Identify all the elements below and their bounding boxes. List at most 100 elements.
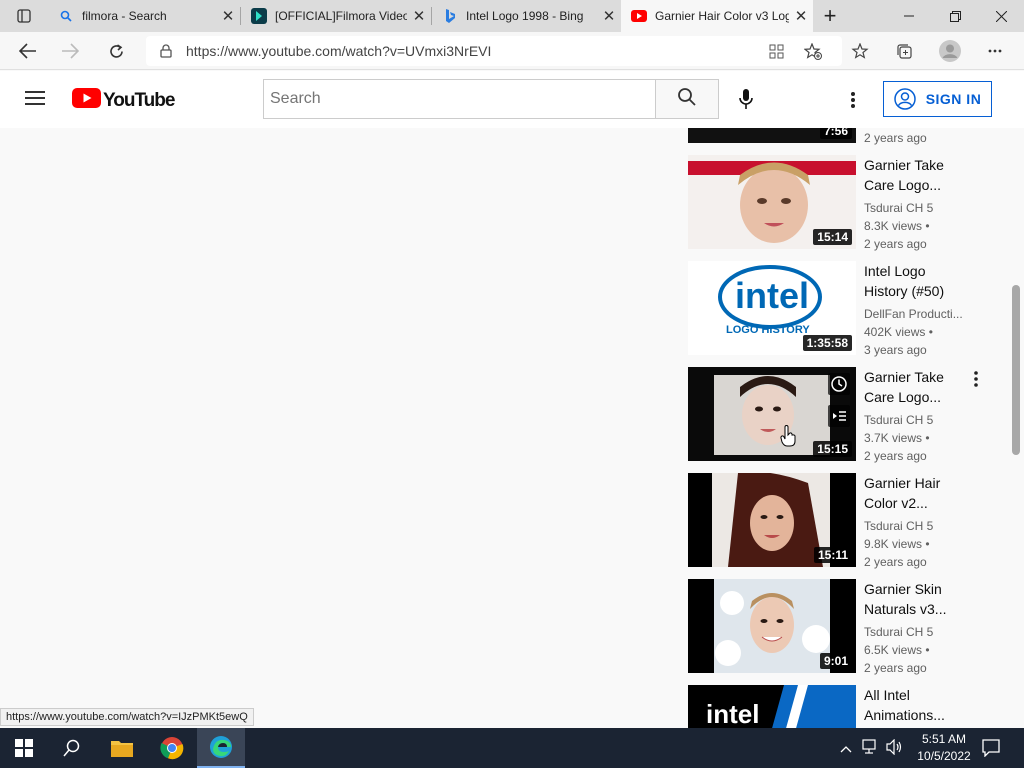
duration-badge: 9:01 [819, 653, 852, 669]
duration-badge: 1:35:58 [802, 335, 852, 351]
close-tab-icon[interactable]: ✕ [597, 7, 621, 25]
video-age: 3 years ago [864, 343, 927, 357]
account-icon [893, 88, 916, 110]
forward-icon [54, 35, 86, 67]
video-thumbnail[interactable]: 9:01 [688, 579, 856, 673]
tab-title: filmora - Search [82, 9, 167, 23]
more-menu-icon[interactable] [979, 35, 1011, 67]
page-scrollbar-thumb[interactable] [1012, 285, 1020, 455]
duration-badge: 15:14 [813, 229, 852, 245]
profile-avatar-icon[interactable] [934, 35, 966, 67]
duration-badge: 15:15 [813, 441, 852, 457]
tab-title: [OFFICIAL]Filmora Video Editor [275, 9, 407, 23]
microphone-icon[interactable] [738, 88, 754, 115]
video-item[interactable]: intel All Intel Animations... [688, 685, 988, 728]
chrome-icon[interactable] [148, 728, 196, 768]
video-item-hovered[interactable]: 15:15 Garnier Take Care Logo... Tsdurai … [688, 367, 988, 463]
video-thumbnail[interactable]: intel LOGO HISTORY 1:35:58 [688, 261, 856, 355]
video-channel[interactable]: Tsdurai CH 5 [864, 199, 974, 217]
tab-bar: filmora - Search ✕ [OFFICIAL]Filmora Vid… [0, 0, 1024, 32]
back-icon[interactable] [12, 35, 44, 67]
add-favorite-icon[interactable] [797, 35, 829, 67]
video-age: 2 years ago [864, 661, 927, 675]
video-views: 402K views • [864, 325, 933, 339]
start-windows-icon[interactable] [0, 728, 48, 768]
video-age: 2 years ago [864, 237, 927, 251]
close-window-icon[interactable] [978, 0, 1024, 32]
lock-icon[interactable] [146, 44, 186, 58]
video-title[interactable]: All Intel Animations... [864, 685, 969, 725]
watch-later-icon[interactable] [828, 373, 850, 400]
filmora-icon [251, 8, 267, 24]
video-thumbnail[interactable]: 15:11 [688, 473, 856, 567]
search-input[interactable] [263, 79, 656, 119]
video-channel[interactable]: DellFan Producti... [864, 305, 974, 323]
thumbnail-text: intel [706, 699, 760, 728]
video-views: 6.5K views • [864, 643, 930, 657]
favorites-icon[interactable] [844, 35, 876, 67]
search-icon [58, 8, 74, 24]
video-title[interactable]: Garnier Hair Color v2... [864, 473, 969, 513]
sign-in-button[interactable]: SIGN IN [883, 81, 992, 117]
youtube-logo[interactable]: YouTube [72, 88, 175, 113]
show-hidden-icons-chevron-icon[interactable] [840, 740, 852, 758]
duration-badge: 15:11 [813, 547, 852, 563]
close-tab-icon[interactable]: ✕ [789, 7, 813, 25]
minimize-icon[interactable] [886, 0, 932, 32]
video-thumbnail[interactable]: intel [688, 685, 856, 728]
clock-time: 5:51 AM [921, 732, 967, 746]
video-views: 8.3K views • [864, 219, 930, 233]
restore-icon[interactable] [932, 0, 978, 32]
video-views: 9.8K views • [864, 537, 930, 551]
new-tab-icon[interactable]: + [812, 0, 848, 32]
tab-actions-icon[interactable] [0, 0, 48, 32]
thumbnail-subtext: LOGO HISTORY [726, 324, 810, 336]
close-tab-icon[interactable]: ✕ [407, 7, 431, 25]
add-to-queue-icon[interactable] [828, 405, 850, 432]
video-age: 2 years ago [864, 131, 927, 145]
video-item[interactable]: 15:14 Garnier Take Care Logo... Tsdurai … [688, 155, 988, 251]
video-channel[interactable]: Tsdurai CH 5 [864, 517, 974, 535]
video-item[interactable]: 15:11 Garnier Hair Color v2... Tsdurai C… [688, 473, 988, 569]
tab-title: Intel Logo 1998 - Bing [466, 9, 584, 23]
video-title[interactable]: Garnier Take Care Logo... [864, 367, 969, 407]
url-text[interactable]: https://www.youtube.com/watch?v=UVmxi3Nr… [186, 43, 491, 59]
file-explorer-icon[interactable] [98, 728, 146, 768]
thumbnail-text: intel [734, 275, 809, 316]
network-icon[interactable] [862, 739, 880, 760]
video-item[interactable]: 9:01 Garnier Skin Naturals v3... Tsdurai… [688, 579, 988, 675]
app-available-icon[interactable] [760, 35, 792, 67]
collections-icon[interactable] [888, 35, 920, 67]
refresh-icon[interactable] [100, 35, 132, 67]
hamburger-menu-icon[interactable] [25, 90, 45, 111]
volume-icon[interactable] [886, 738, 904, 760]
video-title[interactable]: Intel Logo History (#50) [864, 261, 969, 301]
youtube-logo-icon [72, 88, 101, 113]
notifications-icon[interactable] [982, 739, 1000, 762]
taskbar-search-icon[interactable] [48, 728, 96, 768]
search-button[interactable] [655, 79, 719, 119]
video-thumbnail[interactable]: 7:56 [688, 128, 856, 143]
tab-filmora-search[interactable]: filmora - Search ✕ [48, 0, 240, 32]
video-thumbnail[interactable]: 15:15 [688, 367, 856, 461]
close-tab-icon[interactable]: ✕ [216, 7, 240, 25]
tab-garnier-youtube[interactable]: Garnier Hair Color v3 Logo ✕ [621, 0, 813, 32]
clock-date: 10/5/2022 [917, 749, 971, 763]
video-menu-kebab-icon[interactable] [974, 371, 978, 392]
video-thumbnail[interactable]: 15:14 [688, 155, 856, 249]
video-channel[interactable]: Tsdurai CH 5 [864, 623, 974, 641]
tab-intel-bing[interactable]: Intel Logo 1998 - Bing ✕ [432, 0, 621, 32]
edge-icon[interactable] [197, 728, 245, 768]
video-title[interactable]: Garnier Skin Naturals v3... [864, 579, 969, 619]
video-views: 3.7K views • [864, 431, 930, 445]
tab-filmora-official[interactable]: [OFFICIAL]Filmora Video Editor ✕ [241, 0, 431, 32]
video-item[interactable]: intel LOGO HISTORY 1:35:58 Intel Logo Hi… [688, 261, 988, 357]
address-bar: https://www.youtube.com/watch?v=UVmxi3Nr… [0, 32, 1024, 70]
url-box[interactable]: https://www.youtube.com/watch?v=UVmxi3Nr… [146, 36, 842, 66]
settings-kebab-icon[interactable] [850, 91, 856, 114]
video-title[interactable]: Garnier Take Care Logo... [864, 155, 969, 195]
video-channel[interactable]: Tsdurai CH 5 [864, 411, 974, 429]
youtube-header: YouTube SIGN IN [0, 71, 1024, 128]
video-item-partial[interactable]: 7:56 2 years ago [688, 128, 988, 145]
taskbar-clock[interactable]: 5:51 AM 10/5/2022 [914, 731, 974, 765]
